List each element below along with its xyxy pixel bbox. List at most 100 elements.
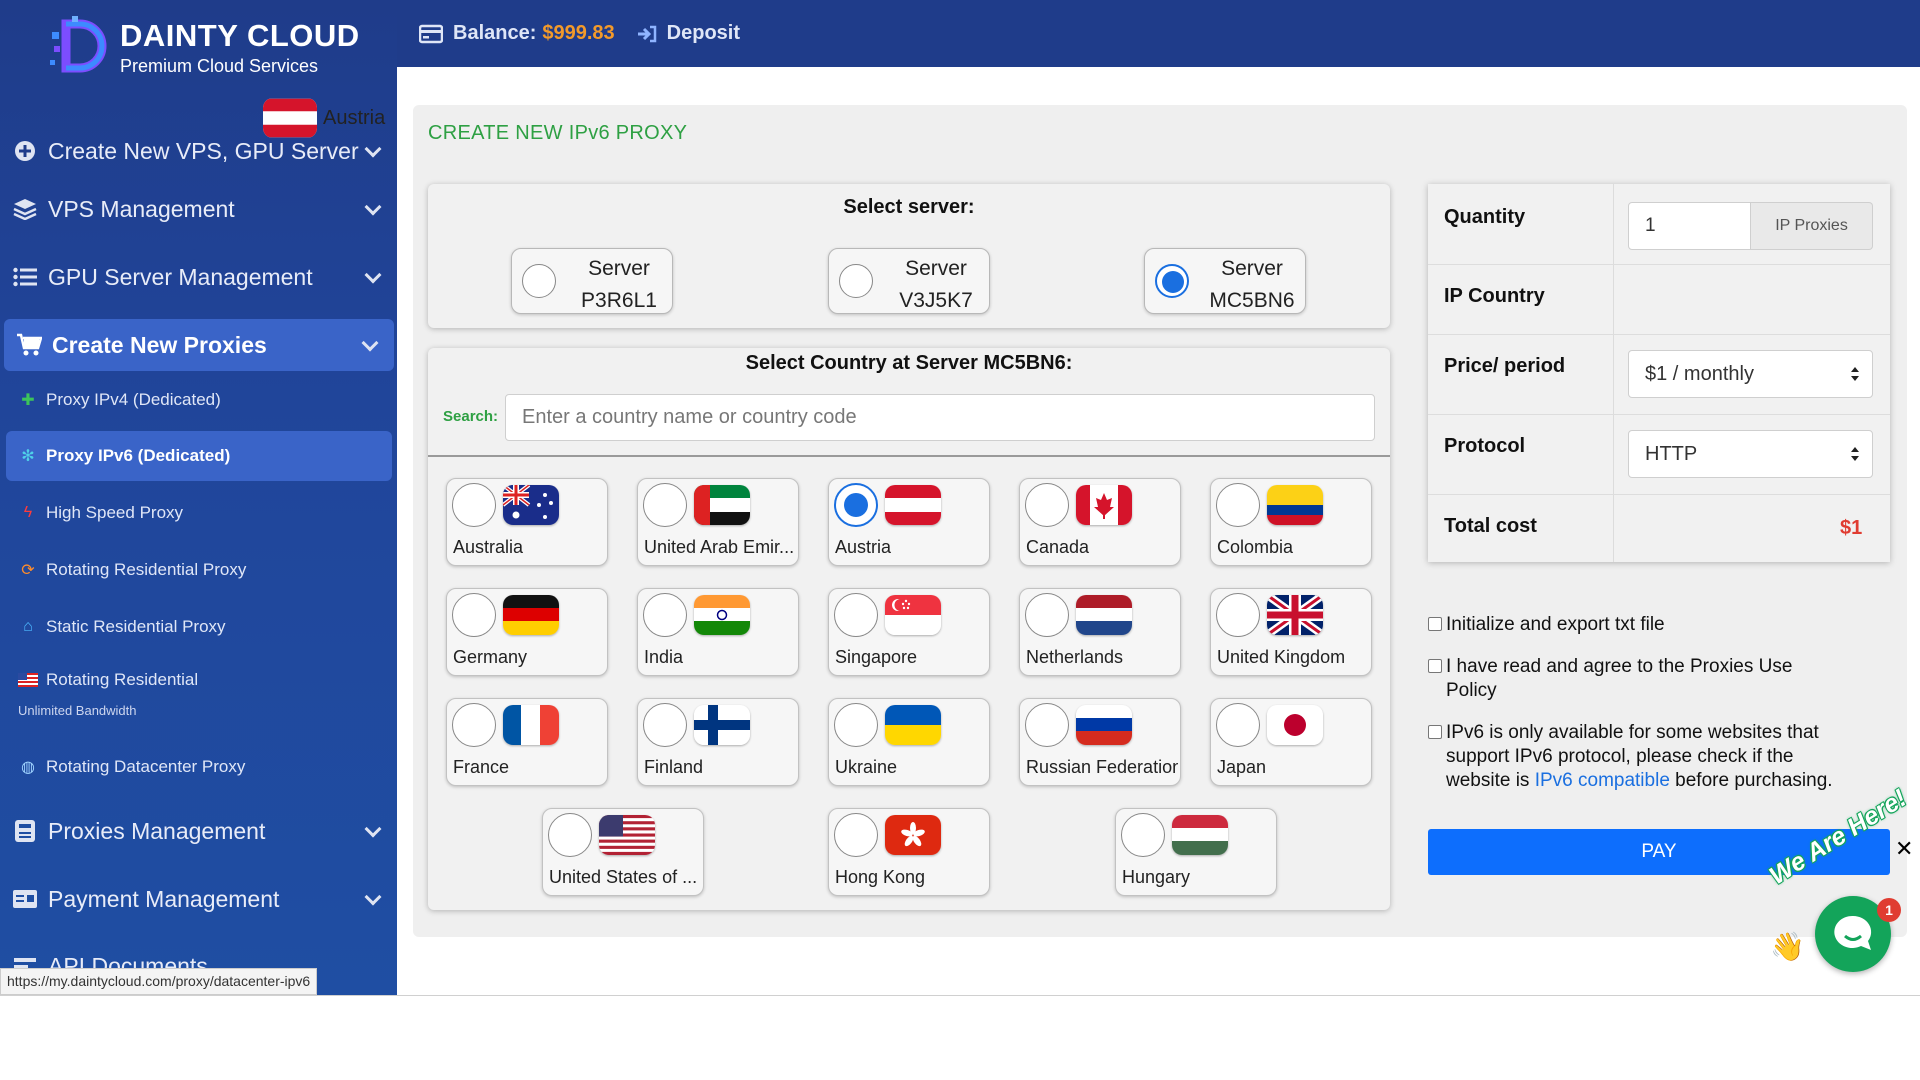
sidebar-item-gpu-management[interactable]: GPU Server Management [0, 251, 397, 303]
country-name: Netherlands [1026, 647, 1124, 667]
country-option-france[interactable]: France [446, 698, 608, 786]
country-name: Russian Federation [1026, 757, 1178, 777]
chat-widget[interactable]: We Are Here! 👋 1 [1765, 784, 1920, 980]
country-option-finland[interactable]: Finland [637, 698, 799, 786]
sidebar-subitem-static-residential-proxy[interactable]: ⌂ Static Residential Proxy [6, 602, 392, 652]
country-option-united-states[interactable]: United States of ... [542, 808, 704, 896]
country-radio[interactable] [1025, 703, 1069, 747]
country-option-austria[interactable]: Austria [828, 478, 990, 566]
sidebar-subitem-rotating-residential[interactable]: Rotating Residential [6, 658, 392, 702]
deposit-link[interactable]: Deposit [637, 22, 740, 45]
refresh-icon: ⟳ [21, 562, 35, 579]
sidebar-subitem-label: Proxy IPv6 (Dedicated) [46, 446, 231, 465]
brand-logo[interactable]: DAINTY CLOUD Premium Cloud Services [44, 12, 360, 82]
country-option-hungary[interactable]: Hungary [1115, 808, 1277, 896]
sidebar-item-label: Create New VPS, GPU Server [48, 137, 359, 164]
country-radio[interactable] [834, 813, 878, 857]
country-option-ukraine[interactable]: Ukraine [828, 698, 990, 786]
country-radio[interactable] [643, 483, 687, 527]
country-radio[interactable] [1216, 593, 1260, 637]
country-option-germany[interactable]: Germany [446, 588, 608, 676]
country-radio[interactable] [1025, 593, 1069, 637]
country-radio[interactable] [1216, 703, 1260, 747]
ua-flag-icon [885, 705, 941, 745]
nl-flag-icon [1076, 595, 1132, 635]
country-name: Hong Kong [835, 867, 926, 887]
country-option-russian-federation[interactable]: Russian Federation [1019, 698, 1181, 786]
country-radio[interactable] [548, 813, 592, 857]
sidebar-item-label: VPS Management [48, 195, 235, 222]
ipv6-notice-checkbox-row[interactable]: IPv6 is only available for some websites… [1428, 721, 1858, 793]
total-cost-value: $1 [1840, 517, 1863, 539]
page-bottom-border [0, 995, 1920, 996]
fr-flag-icon [503, 705, 559, 745]
country-name: Austria [835, 537, 892, 557]
export-txt-checkbox-row[interactable]: Initialize and export txt file [1428, 613, 1888, 637]
ipv6-notice-after: before purchasing. [1675, 770, 1833, 791]
at-flag-icon [263, 98, 317, 138]
country-radio-selected[interactable] [834, 483, 878, 527]
quantity-input[interactable] [1628, 202, 1751, 250]
ip-country-value: Austria [263, 98, 385, 138]
country-option-singapore[interactable]: Singapore [828, 588, 990, 676]
protocol-select[interactable]: HTTP [1628, 430, 1873, 478]
country-radio[interactable] [643, 703, 687, 747]
country-option-japan[interactable]: Japan [1210, 698, 1372, 786]
server-option-p3r6l1[interactable]: Server P3R6L1 [511, 248, 673, 314]
sidebar-subitem-high-speed-proxy[interactable]: ϟ High Speed Proxy [6, 488, 392, 538]
server-option-mc5bn6[interactable]: Server MC5BN6 [1144, 248, 1306, 314]
card-icon [12, 886, 38, 912]
ip-country-label: IP Country [1444, 285, 1545, 307]
country-radio[interactable] [452, 483, 496, 527]
sidebar-subitem-proxy-ipv6[interactable]: ✻ Proxy IPv6 (Dedicated) [6, 431, 392, 481]
server-radio[interactable] [839, 264, 873, 298]
dainty-cloud-logo-icon [44, 14, 114, 80]
country-option-hong-kong[interactable]: Hong Kong [828, 808, 990, 896]
export-txt-checkbox[interactable] [1428, 617, 1442, 631]
country-name: Canada [1026, 537, 1090, 557]
sidebar-item-payment-management[interactable]: Payment Management [0, 873, 397, 925]
sidebar-item-label: Payment Management [48, 885, 280, 912]
agree-policy-checkbox-row[interactable]: I have read and agree to the Proxies Use… [1428, 655, 1848, 703]
country-search-input[interactable] [505, 394, 1375, 441]
country-radio[interactable] [1025, 483, 1069, 527]
country-radio[interactable] [1121, 813, 1165, 857]
server-option-v3j5k7[interactable]: Server V3J5K7 [828, 248, 990, 314]
sidebar-item-vps-management[interactable]: VPS Management [0, 183, 397, 235]
country-option-india[interactable]: India [637, 588, 799, 676]
sidebar-item-proxies-management[interactable]: Proxies Management [0, 805, 397, 857]
country-option-netherlands[interactable]: Netherlands [1019, 588, 1181, 676]
country-radio[interactable] [452, 703, 496, 747]
sidebar-subitem-proxy-ipv4[interactable]: ✚ Proxy IPv4 (Dedicated) [6, 375, 392, 425]
sidebar-item-create-proxies[interactable]: Create New Proxies [4, 319, 394, 371]
sidebar-subitem-label: Rotating Residential Proxy [46, 560, 247, 579]
ipv6-notice-checkbox[interactable] [1428, 725, 1442, 739]
au-flag-icon [503, 485, 559, 525]
country-radio[interactable] [1216, 483, 1260, 527]
ipv6-compatible-link[interactable]: IPv6 compatible [1535, 770, 1670, 791]
divider [428, 455, 1390, 457]
chevron-down-icon [364, 820, 382, 838]
deposit-label: Deposit [666, 22, 741, 44]
country-option-colombia[interactable]: Colombia [1210, 478, 1372, 566]
agree-policy-checkbox[interactable] [1428, 659, 1442, 673]
country-radio[interactable] [452, 593, 496, 637]
country-name: Colombia [1217, 537, 1294, 557]
co-flag-icon [1267, 485, 1323, 525]
country-radio[interactable] [834, 703, 878, 747]
server-radio[interactable] [522, 264, 556, 298]
country-option-united-kingdom[interactable]: United Kingdom [1210, 588, 1372, 676]
country-radio[interactable] [834, 593, 878, 637]
country-option-canada[interactable]: Canada [1019, 478, 1181, 566]
plus-circle-icon [12, 138, 38, 164]
sidebar-subitem-rotating-datacenter-proxy[interactable]: ◍ Rotating Datacenter Proxy [6, 742, 392, 792]
country-option-australia[interactable]: Australia [446, 478, 608, 566]
sidebar-subitem-label: Static Residential Proxy [46, 617, 226, 636]
order-row-ip-country: IP Country [1428, 265, 1890, 335]
close-icon[interactable]: ✕ [1895, 836, 1913, 862]
country-radio[interactable] [643, 593, 687, 637]
server-radio-selected[interactable] [1155, 264, 1189, 298]
country-option-uae[interactable]: United Arab Emir... [637, 478, 799, 566]
sidebar-subitem-rotating-residential-proxy[interactable]: ⟳ Rotating Residential Proxy [6, 545, 392, 595]
price-period-select[interactable]: $1 / monthly [1628, 350, 1873, 398]
